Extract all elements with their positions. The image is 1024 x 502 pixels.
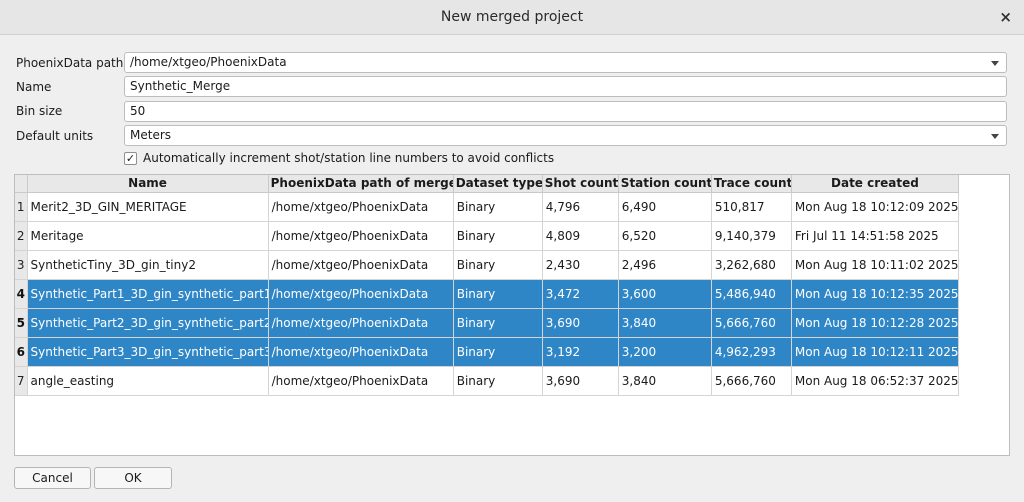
cell-shot-count[interactable]: 3,192 <box>542 337 619 367</box>
cell-station-count[interactable]: 3,200 <box>618 337 712 367</box>
row-header[interactable]: 3 <box>15 250 28 280</box>
cell-trace-count[interactable]: 5,486,940 <box>711 279 792 309</box>
cell-dataset-type[interactable]: Binary <box>453 250 543 280</box>
auto-increment-label: Automatically increment shot/station lin… <box>143 151 555 165</box>
name-label: Name <box>16 80 52 94</box>
cell-trace-count[interactable]: 4,962,293 <box>711 337 792 367</box>
auto-increment-checkbox[interactable]: ✓ <box>124 152 137 165</box>
cancel-button[interactable]: Cancel <box>14 467 91 489</box>
cell-name[interactable]: Synthetic_Part1_3D_gin_synthetic_part1 <box>27 279 269 309</box>
cell-shot-count[interactable]: 3,472 <box>542 279 619 309</box>
row-header[interactable]: 7 <box>15 366 28 396</box>
row-header[interactable]: 2 <box>15 221 28 251</box>
column-header-station-count[interactable]: Station count <box>618 175 712 193</box>
name-input[interactable]: Synthetic_Merge <box>124 76 1007 97</box>
cell-date-created[interactable]: Mon Aug 18 10:12:09 2025 <box>791 192 960 222</box>
phoenix-path-combobox[interactable]: /home/xtgeo/PhoenixData <box>124 52 1007 73</box>
cell-name[interactable]: Meritage <box>27 221 269 251</box>
cell-trace-count[interactable]: 3,262,680 <box>711 250 792 280</box>
chevron-down-icon <box>991 61 999 66</box>
cell-trace-count[interactable]: 9,140,379 <box>711 221 792 251</box>
cell-path[interactable]: /home/xtgeo/PhoenixData <box>268 221 454 251</box>
phoenix-path-label: PhoenixData path <box>16 56 124 70</box>
bin-size-label: Bin size <box>16 104 63 118</box>
cell-path[interactable]: /home/xtgeo/PhoenixData <box>268 366 454 396</box>
cell-dataset-type[interactable]: Binary <box>453 192 543 222</box>
cell-name[interactable]: Merit2_3D_GIN_MERITAGE <box>27 192 269 222</box>
cell-path[interactable]: /home/xtgeo/PhoenixData <box>268 308 454 338</box>
cell-name[interactable]: Synthetic_Part3_3D_gin_synthetic_part3 <box>27 337 269 367</box>
cell-trace-count[interactable]: 5,666,760 <box>711 366 792 396</box>
cell-shot-count[interactable]: 3,690 <box>542 308 619 338</box>
cell-date-created[interactable]: Mon Aug 18 10:11:02 2025 <box>791 250 960 280</box>
row-header[interactable]: 1 <box>15 192 28 222</box>
cell-station-count[interactable]: 6,520 <box>618 221 712 251</box>
cell-dataset-type[interactable]: Binary <box>453 279 543 309</box>
cell-date-created[interactable]: Mon Aug 18 06:52:37 2025 <box>791 366 960 396</box>
cell-dataset-type[interactable]: Binary <box>453 221 543 251</box>
cell-station-count[interactable]: 6,490 <box>618 192 712 222</box>
close-icon[interactable]: × <box>999 8 1012 26</box>
phoenix-path-value: /home/xtgeo/PhoenixData <box>130 55 287 69</box>
cell-path[interactable]: /home/xtgeo/PhoenixData <box>268 192 454 222</box>
bin-size-input[interactable]: 50 <box>124 101 1007 122</box>
cell-shot-count[interactable]: 3,690 <box>542 366 619 396</box>
column-header-shot-count[interactable]: Shot count <box>542 175 619 193</box>
cell-path[interactable]: /home/xtgeo/PhoenixData <box>268 279 454 309</box>
cell-shot-count[interactable]: 4,796 <box>542 192 619 222</box>
cell-trace-count[interactable]: 510,817 <box>711 192 792 222</box>
row-header[interactable]: 4 <box>15 279 28 309</box>
chevron-down-icon <box>991 134 999 139</box>
units-combobox[interactable]: Meters <box>124 125 1007 146</box>
projects-table[interactable]: Name PhoenixData path of merge Dataset t… <box>14 174 1010 456</box>
table-row[interactable]: 2 Meritage/home/xtgeo/PhoenixData Binary 4,… <box>15 221 960 251</box>
units-value: Meters <box>130 128 172 142</box>
cell-shot-count[interactable]: 2,430 <box>542 250 619 280</box>
cell-name[interactable]: Synthetic_Part2_3D_gin_synthetic_part2 <box>27 308 269 338</box>
title-bar: New merged project × <box>0 0 1024 35</box>
cell-path[interactable]: /home/xtgeo/PhoenixData <box>268 250 454 280</box>
cell-dataset-type[interactable]: Binary <box>453 366 543 396</box>
cell-date-created[interactable]: Mon Aug 18 10:12:28 2025 <box>791 308 960 338</box>
table-row[interactable]: 3 SyntheticTiny_3D_gin_tiny2/home/xtgeo/P… <box>15 250 960 280</box>
table-header-row: Name PhoenixData path of merge Dataset t… <box>15 175 960 193</box>
ok-button[interactable]: OK <box>94 467 172 489</box>
cell-name[interactable]: angle_easting <box>27 366 269 396</box>
cell-dataset-type[interactable]: Binary <box>453 308 543 338</box>
column-header-path[interactable]: PhoenixData path of merge <box>268 175 454 193</box>
cell-station-count[interactable]: 2,496 <box>618 250 712 280</box>
cell-shot-count[interactable]: 4,809 <box>542 221 619 251</box>
cell-name[interactable]: SyntheticTiny_3D_gin_tiny2 <box>27 250 269 280</box>
column-header-name[interactable]: Name <box>27 175 269 193</box>
cell-date-created[interactable]: Fri Jul 11 14:51:58 2025 <box>791 221 960 251</box>
table-corner <box>15 175 28 193</box>
column-header-trace-count[interactable]: Trace count <box>711 175 792 193</box>
cell-dataset-type[interactable]: Binary <box>453 337 543 367</box>
cell-path[interactable]: /home/xtgeo/PhoenixData <box>268 337 454 367</box>
units-label: Default units <box>16 129 94 143</box>
table-row[interactable]: 1 Merit2_3D_GIN_MERITAGE/home/xtgeo/Phoen… <box>15 192 960 222</box>
cell-station-count[interactable]: 3,600 <box>618 279 712 309</box>
cell-date-created[interactable]: Mon Aug 18 10:12:35 2025 <box>791 279 960 309</box>
table-row[interactable]: 7 angle_easting/home/xtgeo/PhoenixData Bin… <box>15 366 960 396</box>
table-row[interactable]: 6 Synthetic_Part3_3D_gin_synthetic_part3/… <box>15 337 960 367</box>
row-header[interactable]: 5 <box>15 308 28 338</box>
row-header[interactable]: 6 <box>15 337 28 367</box>
cell-trace-count[interactable]: 5,666,760 <box>711 308 792 338</box>
column-header-date-created[interactable]: Date created <box>791 175 960 193</box>
column-header-dataset-type[interactable]: Dataset type <box>453 175 543 193</box>
table-row[interactable]: 4 Synthetic_Part1_3D_gin_synthetic_part1/… <box>15 279 960 309</box>
cell-station-count[interactable]: 3,840 <box>618 308 712 338</box>
cell-date-created[interactable]: Mon Aug 18 10:12:11 2025 <box>791 337 960 367</box>
cell-station-count[interactable]: 3,840 <box>618 366 712 396</box>
window-title: New merged project <box>440 9 584 25</box>
table-row[interactable]: 5 Synthetic_Part2_3D_gin_synthetic_part2/… <box>15 308 960 338</box>
